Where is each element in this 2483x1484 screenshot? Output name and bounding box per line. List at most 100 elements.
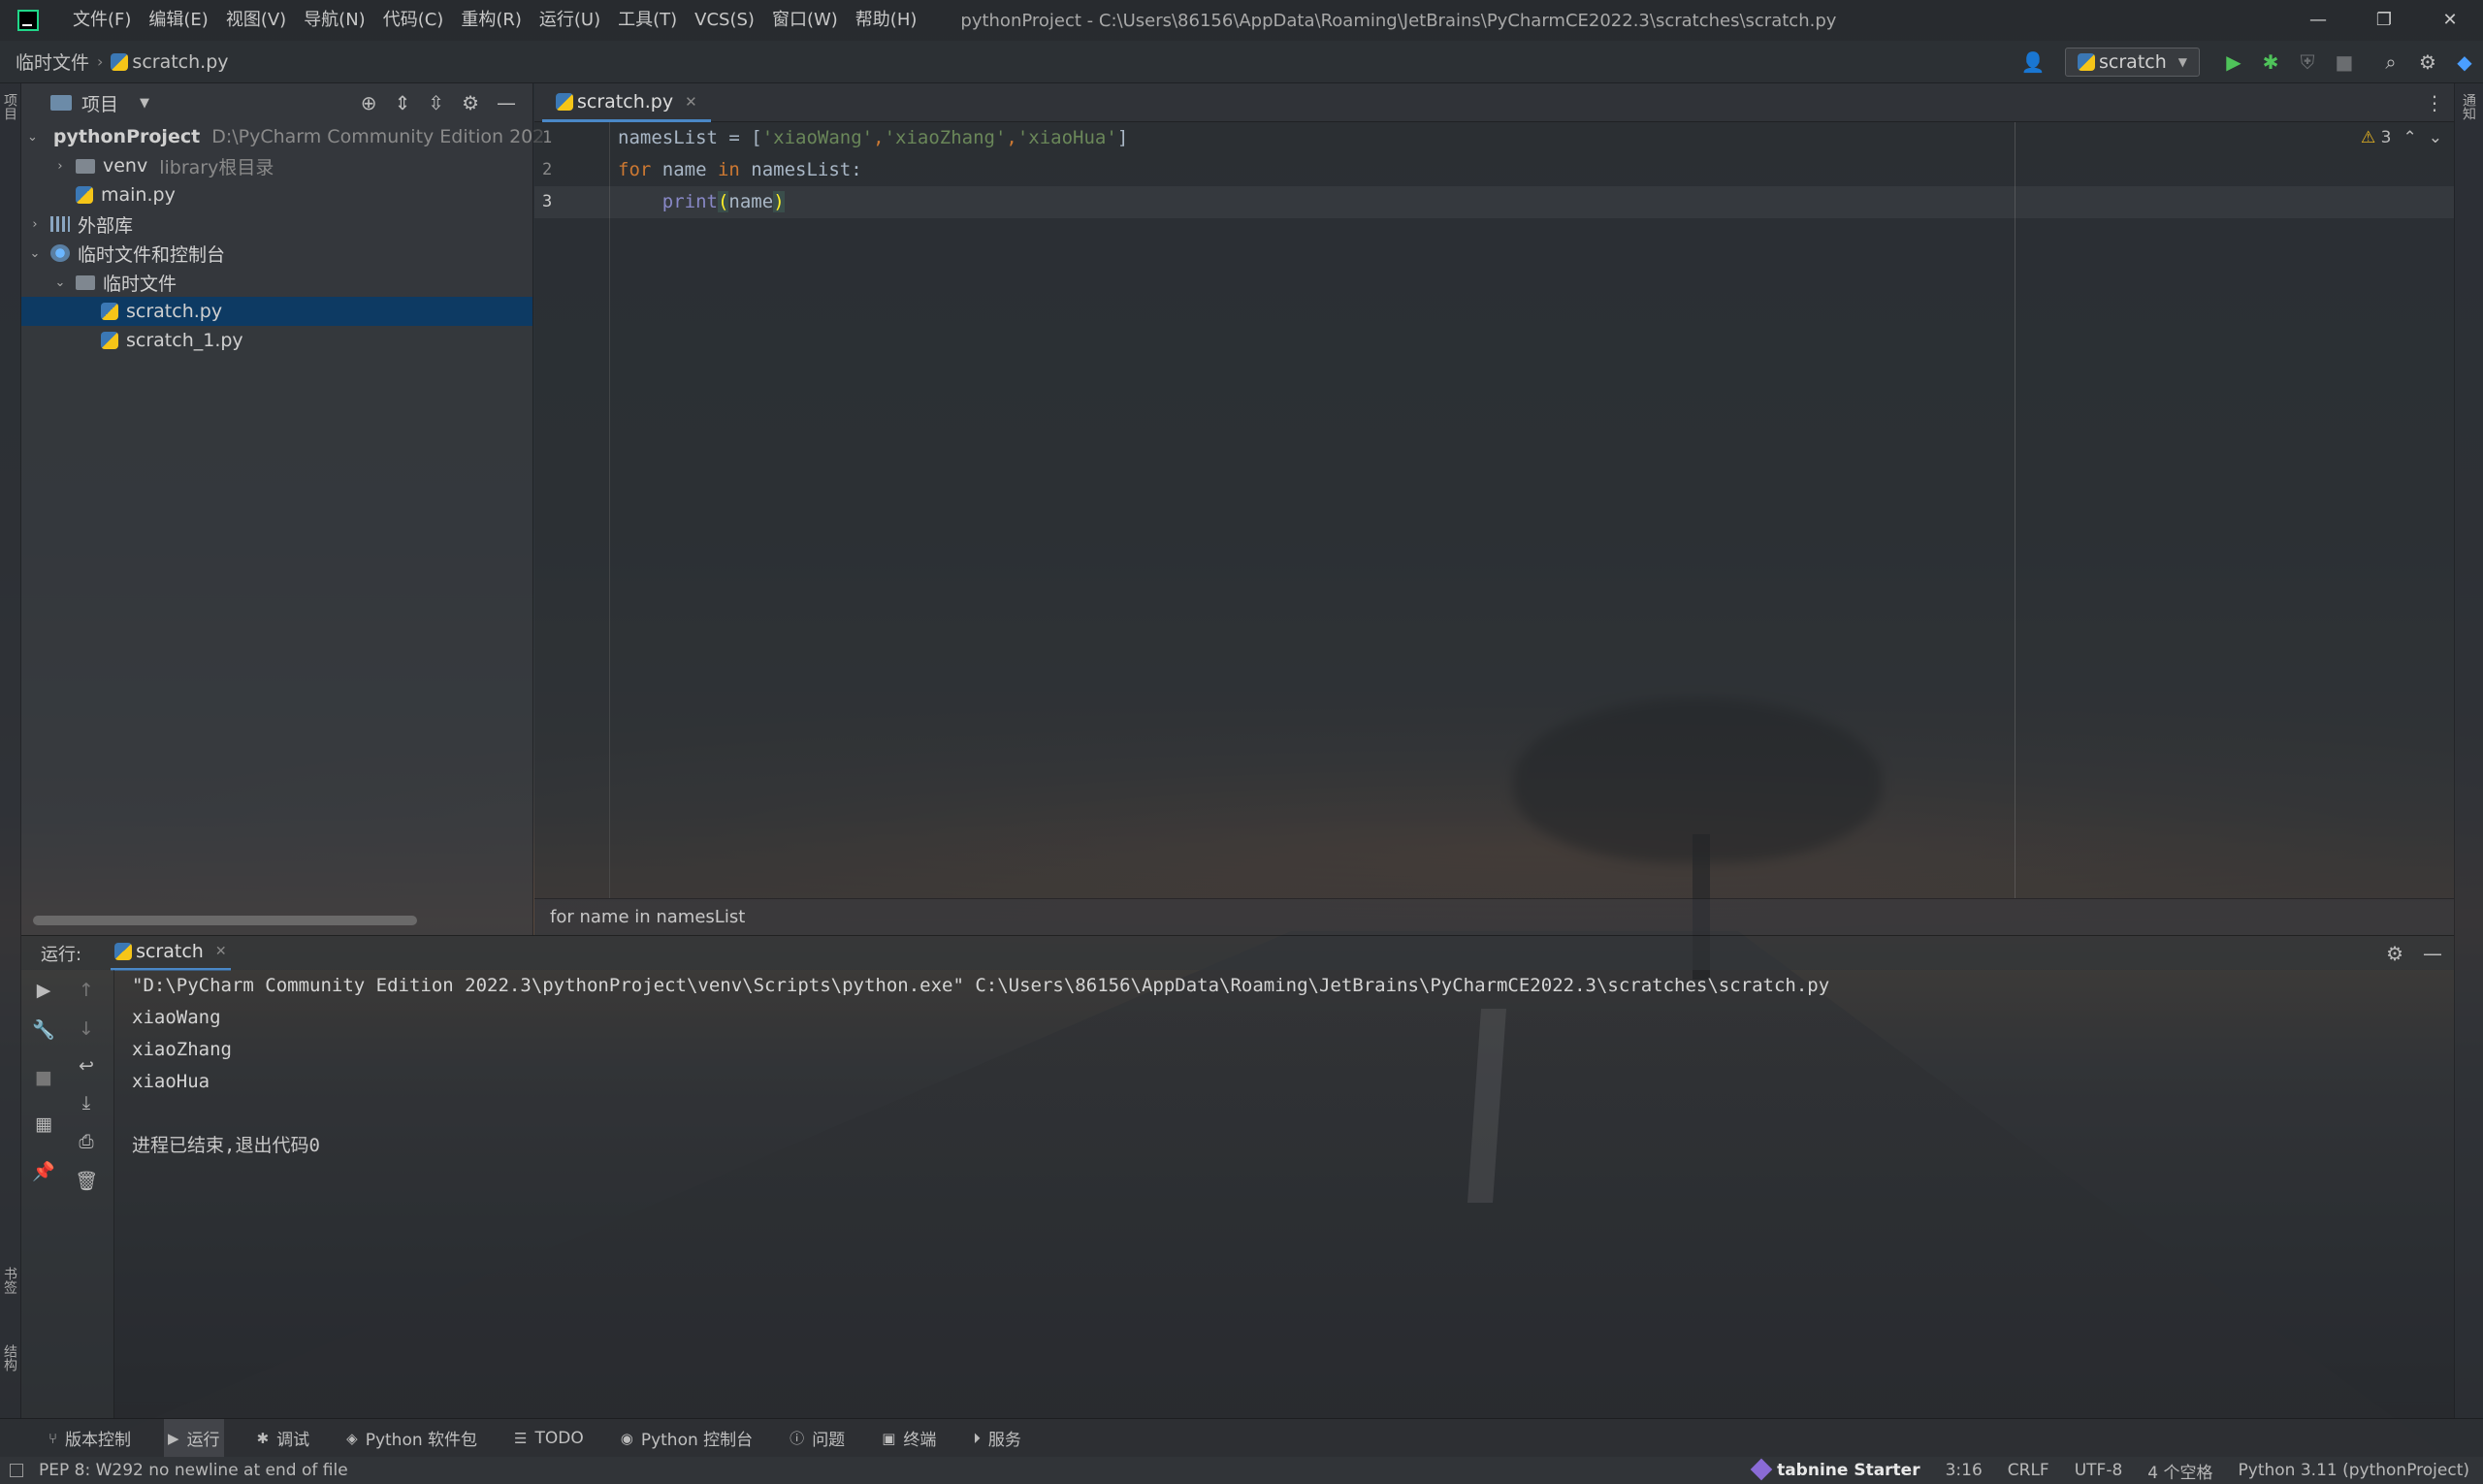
tree-item-scratches-consoles[interactable]: ⌄ 临时文件和控制台 bbox=[21, 239, 532, 268]
chevron-down-icon[interactable]: ⌄ bbox=[27, 130, 38, 145]
tool-window-run[interactable]: ▶ 运行 bbox=[164, 1418, 224, 1458]
run-panel-label: 运行: bbox=[41, 944, 82, 965]
tool-window-problems[interactable]: ⓘ 问题 bbox=[786, 1419, 849, 1458]
layout-icon[interactable]: ▦ bbox=[31, 1113, 56, 1135]
options-gear-icon[interactable]: ⚙ bbox=[462, 91, 479, 114]
editor-tab-scratch-py[interactable]: scratch.py ✕ bbox=[542, 83, 711, 122]
notifications-tool-tab[interactable]: 通知 bbox=[2461, 93, 2478, 120]
tree-item-external-libraries[interactable]: › 外部库 bbox=[21, 210, 532, 239]
pin-icon[interactable]: 📌 bbox=[31, 1160, 56, 1182]
trash-icon[interactable]: 🗑 bbox=[74, 1170, 99, 1192]
more-options-icon[interactable]: ⋮ bbox=[2425, 91, 2444, 114]
print-icon[interactable]: ⎙ bbox=[74, 1131, 99, 1152]
debug-icon[interactable]: ✱ bbox=[2258, 49, 2283, 75]
close-tab-icon[interactable]: ✕ bbox=[215, 944, 227, 959]
breadcrumb-file[interactable]: scratch.py bbox=[111, 51, 229, 73]
account-icon[interactable]: 👤 bbox=[2020, 49, 2046, 75]
tree-item-label: venv bbox=[103, 155, 148, 177]
soft-wrap-icon[interactable]: ↩ bbox=[74, 1055, 99, 1077]
hide-panel-icon[interactable]: — bbox=[497, 91, 516, 114]
next-highlight-icon[interactable]: ⌄ bbox=[2429, 128, 2442, 147]
collapse-all-icon[interactable]: ⇳ bbox=[428, 91, 444, 114]
python-interpreter[interactable]: Python 3.11 (pythonProject) bbox=[2239, 1461, 2469, 1480]
expand-all-icon[interactable]: ⇕ bbox=[395, 91, 411, 114]
tool-window-python-packages[interactable]: ◈ Python 软件包 bbox=[342, 1419, 481, 1458]
settings-gear-icon[interactable]: ⚙ bbox=[2415, 49, 2440, 75]
run-tab-scratch[interactable]: scratch ✕ bbox=[111, 936, 231, 971]
hide-panel-icon[interactable]: — bbox=[2423, 942, 2442, 965]
search-icon[interactable]: ⌕ bbox=[2378, 49, 2403, 75]
stop-icon[interactable]: ■ bbox=[2332, 49, 2357, 75]
status-message[interactable]: PEP 8: W292 no newline at end of file bbox=[39, 1461, 348, 1480]
rerun-icon[interactable]: ▶ bbox=[31, 980, 56, 1001]
run-configuration-dropdown[interactable]: scratch ▼ bbox=[2065, 48, 2200, 77]
run-icon[interactable]: ▶ bbox=[2221, 49, 2246, 75]
bookmarks-tool-tab[interactable]: 书签 bbox=[2, 1267, 19, 1294]
chevron-down-icon[interactable]: ⌄ bbox=[52, 275, 68, 290]
menu-edit[interactable]: 编辑(E) bbox=[140, 0, 216, 41]
tree-item-scratches[interactable]: ⌄ 临时文件 bbox=[21, 268, 532, 297]
tree-item-venv[interactable]: › venv library根目录 bbox=[21, 151, 532, 180]
project-tool-tab[interactable]: 项目 bbox=[2, 93, 19, 120]
tool-window-label: Python 软件包 bbox=[365, 1431, 478, 1450]
stop-icon[interactable]: ■ bbox=[31, 1067, 56, 1088]
locate-icon[interactable]: ⊕ bbox=[361, 91, 377, 114]
tree-item-main-py[interactable]: main.py bbox=[21, 180, 532, 210]
menu-tools[interactable]: 工具(T) bbox=[609, 0, 686, 41]
coverage-icon[interactable]: ⛨ bbox=[2295, 49, 2320, 75]
tabnine-widget[interactable]: tabnine Starter bbox=[1750, 1458, 1920, 1481]
wrench-icon[interactable]: 🔧 bbox=[31, 1018, 56, 1041]
warning-count-widget[interactable]: ⚠ 3 bbox=[2361, 128, 2391, 147]
menu-help[interactable]: 帮助(H) bbox=[847, 0, 926, 41]
run-panel-tools: ⚙ — bbox=[2386, 936, 2442, 971]
chevron-right-icon[interactable]: › bbox=[52, 159, 68, 174]
jetbrains-toolbox-icon[interactable]: ◆ bbox=[2452, 49, 2477, 75]
tool-window-services[interactable]: ⏵ 服务 bbox=[969, 1419, 1025, 1458]
breadcrumb-root[interactable]: 临时文件 bbox=[16, 48, 89, 75]
inspection-widget[interactable]: ⚠ 3 ⌃ ⌄ bbox=[2361, 128, 2442, 147]
console-line: "D:\PyCharm Community Edition 2022.3\pyt… bbox=[132, 975, 1830, 996]
indent-setting[interactable]: 4 个空格 bbox=[2147, 1459, 2212, 1483]
menu-navigate[interactable]: 导航(N) bbox=[295, 0, 374, 41]
minimize-icon[interactable]: — bbox=[2285, 0, 2351, 41]
tool-window-version-control[interactable]: ⑂ 版本控制 bbox=[45, 1419, 135, 1458]
structure-tool-tab[interactable]: 结构 bbox=[2, 1344, 19, 1371]
menu-view[interactable]: 视图(V) bbox=[217, 0, 295, 41]
run-console[interactable]: "D:\PyCharm Community Edition 2022.3\pyt… bbox=[114, 970, 2454, 1418]
menu-run[interactable]: 运行(U) bbox=[531, 0, 609, 41]
tree-item-label: main.py bbox=[101, 184, 176, 206]
tool-windows-toggle-icon[interactable] bbox=[10, 1464, 23, 1477]
current-line-highlight bbox=[534, 186, 2454, 218]
tool-window-todo[interactable]: ☰ TODO bbox=[510, 1419, 588, 1458]
close-tab-icon[interactable]: ✕ bbox=[685, 93, 697, 111]
code-breadcrumb[interactable]: for name in namesList bbox=[550, 907, 745, 927]
chevron-right-icon[interactable]: › bbox=[27, 217, 43, 232]
close-window-icon[interactable]: ✕ bbox=[2417, 0, 2483, 41]
chevron-down-icon[interactable]: ⌄ bbox=[27, 246, 43, 261]
menu-vcs[interactable]: VCS(S) bbox=[686, 0, 763, 41]
menu-window[interactable]: 窗口(W) bbox=[763, 0, 847, 41]
horizontal-scrollbar[interactable] bbox=[33, 916, 417, 925]
tree-item-pythonproject[interactable]: ⌄ pythonProject D:\PyCharm Community Edi… bbox=[21, 122, 544, 151]
settings-gear-icon[interactable]: ⚙ bbox=[2386, 942, 2403, 965]
file-encoding[interactable]: UTF-8 bbox=[2075, 1461, 2123, 1480]
project-view-selector[interactable]: 项目 ▼ bbox=[50, 90, 149, 116]
menu-file[interactable]: 文件(F) bbox=[64, 0, 140, 41]
up-arrow-icon[interactable]: ↑ bbox=[74, 980, 99, 1001]
restore-icon[interactable]: ❐ bbox=[2351, 0, 2417, 41]
menu-code[interactable]: 代码(C) bbox=[374, 0, 453, 41]
code-editor[interactable]: 1 2 3 namesList = ['xiaoWang','xiaoZhang… bbox=[534, 122, 2454, 898]
line-separator[interactable]: CRLF bbox=[2008, 1461, 2049, 1480]
previous-highlight-icon[interactable]: ⌃ bbox=[2403, 128, 2417, 147]
down-arrow-icon[interactable]: ↓ bbox=[74, 1018, 99, 1040]
tool-window-terminal[interactable]: ▣ 终端 bbox=[878, 1419, 940, 1458]
tree-item-scratch-py[interactable]: scratch.py bbox=[21, 297, 532, 326]
scroll-to-end-icon[interactable]: ⤓ bbox=[74, 1092, 99, 1113]
menu-refactor[interactable]: 重构(R) bbox=[452, 0, 531, 41]
tool-window-python-console[interactable]: ◉ Python 控制台 bbox=[617, 1419, 757, 1458]
tool-window-debug[interactable]: ✱ 调试 bbox=[253, 1419, 314, 1458]
code-area[interactable]: namesList = ['xiaoWang','xiaoZhang','xia… bbox=[534, 122, 2454, 898]
caret-position[interactable]: 3:16 bbox=[1946, 1461, 1983, 1480]
library-icon bbox=[50, 216, 70, 232]
tree-item-scratch-1-py[interactable]: scratch_1.py bbox=[21, 326, 532, 355]
